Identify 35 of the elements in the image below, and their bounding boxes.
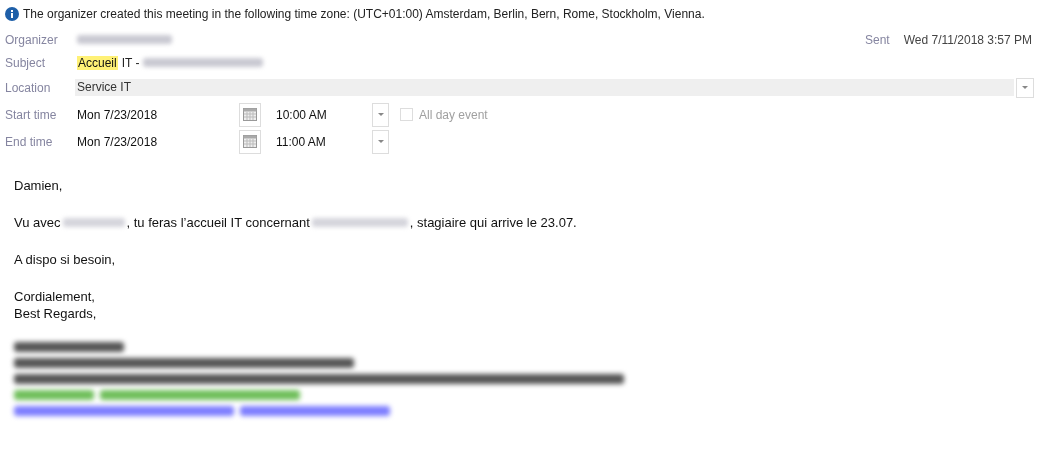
caret-icon: [1022, 86, 1028, 89]
body-text: Vu avec: [14, 214, 61, 231]
caret-icon: [377, 140, 384, 143]
subject-text: IT -: [121, 55, 140, 70]
date-field[interactable]: Mon 7/23/2018: [77, 107, 239, 122]
timezone-notice: The organizer created this meeting in the following time zone: (UTC+01:00) Amsterdam, Berlin, Bern, Rome, Stockholm, Vienna.: [23, 7, 705, 21]
field-label: Location: [5, 80, 52, 95]
dropdown-button[interactable]: [1016, 77, 1034, 98]
info-icon: [5, 7, 19, 21]
time-field[interactable]: 10:00 AM: [261, 107, 372, 122]
body-text: , stagiaire qui arrive le 23.07.: [409, 214, 577, 231]
body-text: Cordialement,: [14, 288, 95, 305]
body-text: A dispo si besoin,: [14, 251, 116, 268]
field-label: Sent: [865, 32, 890, 47]
body-text: Damien,: [14, 177, 63, 194]
body-text: Best Regards,: [14, 305, 97, 322]
field-label: Start time: [5, 107, 58, 122]
field-label: Subject: [5, 55, 47, 70]
date-field[interactable]: Mon 7/23/2018: [77, 134, 239, 149]
calendar-icon: [243, 108, 257, 121]
dropdown-button[interactable]: [372, 129, 389, 154]
sent-date: Wed 7/11/2018 3:57 PM: [903, 32, 1032, 47]
calendar-button[interactable]: [239, 102, 261, 127]
field-label: Organizer: [5, 32, 59, 47]
body-text: , tu feras l’accueil IT concernant: [126, 214, 310, 231]
checkbox-label: All day event: [419, 107, 488, 122]
calendar-icon: [243, 135, 257, 148]
location-field[interactable]: Service IT: [75, 79, 1014, 96]
field-label: End time: [5, 134, 54, 149]
highlighted-text: Accueil: [77, 55, 118, 70]
time-field[interactable]: 11:00 AM: [261, 134, 372, 149]
calendar-button[interactable]: [239, 129, 261, 154]
caret-icon: [377, 113, 384, 116]
dropdown-button[interactable]: [372, 102, 389, 127]
redacted-text: [62, 218, 125, 227]
